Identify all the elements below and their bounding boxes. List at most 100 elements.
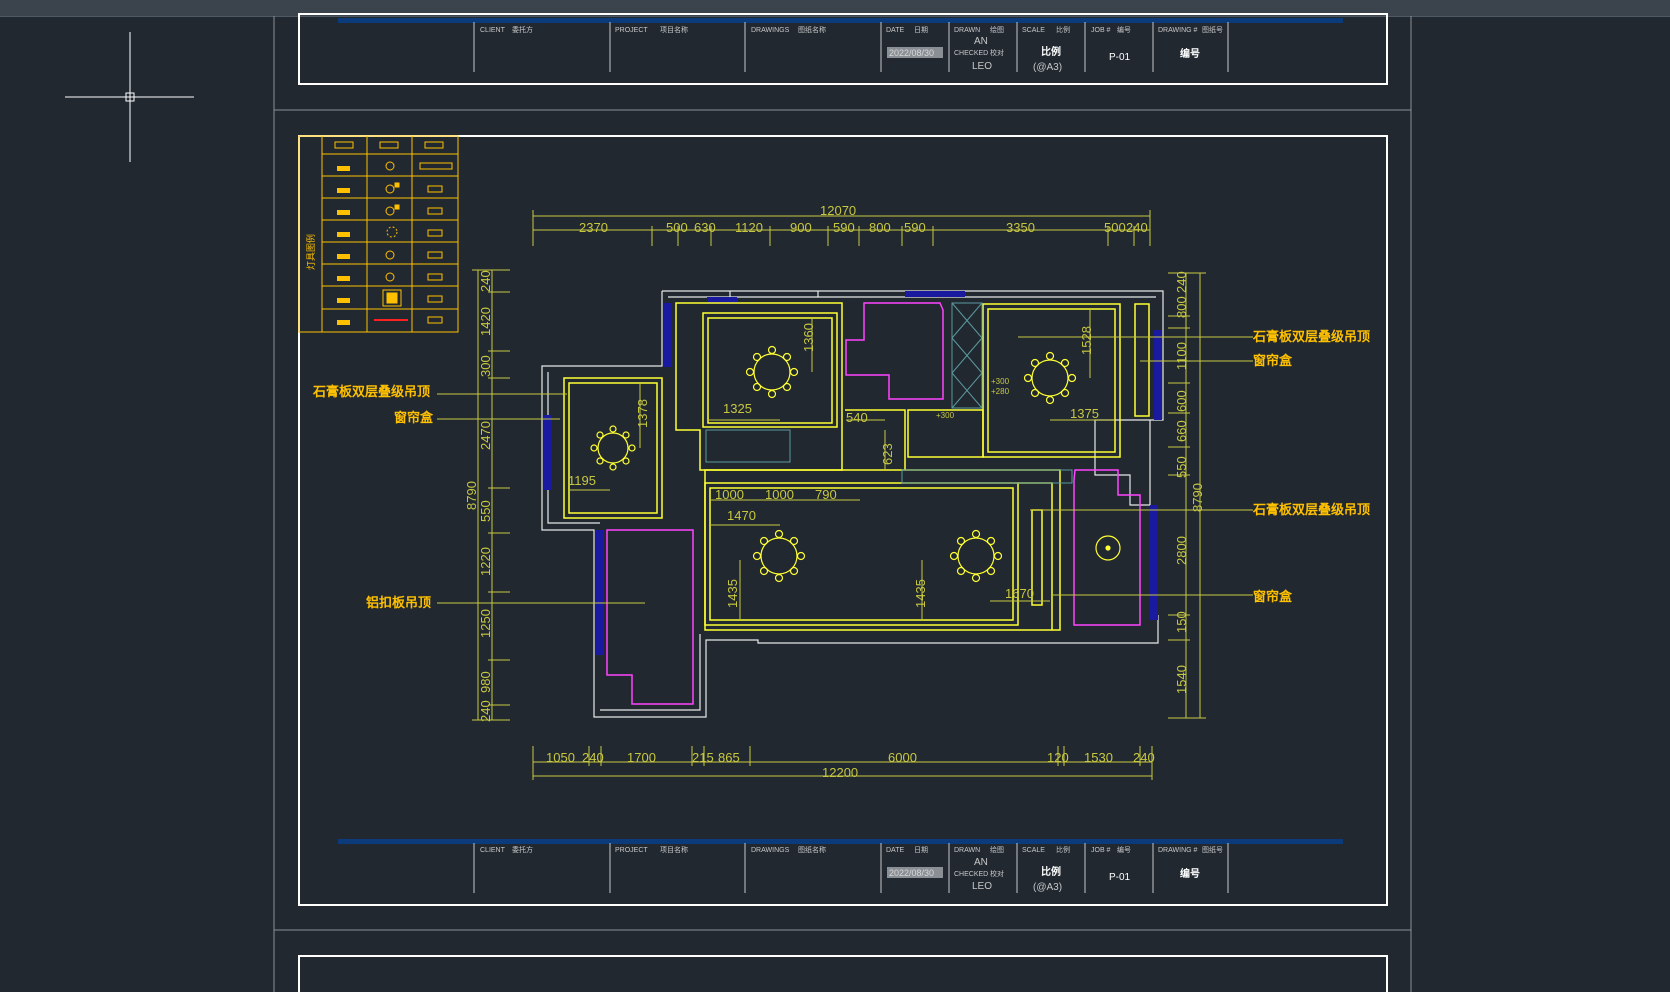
left-dim-seg: 300 xyxy=(478,355,493,377)
dim-623: 623 xyxy=(880,443,895,465)
right-dim-seg: 800 xyxy=(1174,296,1189,318)
project-cn-label: 项目名称 xyxy=(660,845,688,854)
date-value: 2022/08/30 xyxy=(889,48,934,58)
top-dim-seg: 240 xyxy=(1126,220,1148,235)
dim-1435: 1435 xyxy=(725,579,740,608)
right-dim-seg: 600 xyxy=(1174,390,1189,412)
level-mark: +300 xyxy=(991,377,1010,386)
client-label: CLIENT xyxy=(480,847,506,854)
dim-1000: 1000 xyxy=(765,487,794,502)
top-dim-seg: 2370 xyxy=(579,220,608,235)
dim-1435: 1435 xyxy=(913,579,928,608)
checked-label: CHECKED xyxy=(954,871,988,878)
dim-1470: 1470 xyxy=(727,508,756,523)
drawing-no-value: 编号 xyxy=(1180,47,1200,60)
bottom-dim-seg: 120 xyxy=(1047,750,1069,765)
client-cn-label: 委托方 xyxy=(512,845,533,854)
main-sheet xyxy=(298,135,1388,906)
checked-by-value: LEO xyxy=(972,61,992,72)
cad-drawing-canvas[interactable]: CLIENT 委托方 PROJECT 项目名称 DRAWINGS 图纸名称 DA… xyxy=(0,0,1670,992)
left-aluminum-ceiling-label: 铝扣板吊顶 xyxy=(366,595,431,610)
bottom-dim-seg: 1050 xyxy=(546,750,575,765)
right-dim-seg: 2800 xyxy=(1174,536,1189,565)
level-mark: +300 xyxy=(936,411,955,420)
drawing-no-label: DRAWING # xyxy=(1158,847,1198,854)
left-dim-seg: 980 xyxy=(478,671,493,693)
top-dim-seg: 1120 xyxy=(735,220,763,235)
top-dim-seg: 500 xyxy=(1104,220,1126,235)
top-dim-seg: 590 xyxy=(904,220,926,235)
dim-1325: 1325 xyxy=(723,401,752,416)
right-dim-seg: 150 xyxy=(1174,611,1189,633)
left-overall-dim: 8790 xyxy=(464,481,479,510)
bottom-dim-seg: 865 xyxy=(718,750,740,765)
right-dim-seg: 1100 xyxy=(1174,342,1189,370)
date-cn-label: 日期 xyxy=(914,846,928,854)
drawing-no-label: DRAWING # xyxy=(1158,27,1198,34)
drawing-no-value: 编号 xyxy=(1180,867,1200,880)
right-gypsum-ceiling-label: 石膏板双层叠级吊顶 xyxy=(1252,329,1370,344)
job-value: P-01 xyxy=(1109,872,1131,883)
left-dim-seg: 2470 xyxy=(478,421,493,450)
scale-cn-label: 比例 xyxy=(1056,845,1070,854)
floor-plan-walls xyxy=(541,290,1164,718)
project-label: PROJECT xyxy=(615,27,648,34)
scale-paper: (@A3) xyxy=(1033,62,1062,73)
date-label: DATE xyxy=(886,847,904,854)
bottom-dim-seg: 1700 xyxy=(627,750,656,765)
lighting-legend-table: 灯具图例 xyxy=(298,135,459,333)
top-overall-dim: 12070 xyxy=(820,203,856,218)
drawings-cn-label: 图纸名称 xyxy=(798,25,826,34)
checked-by-value: LEO xyxy=(972,881,992,892)
bottom-overall-dim: 12200 xyxy=(822,765,858,780)
scale-cn-label: 比例 xyxy=(1056,25,1070,34)
left-dim-seg: 1250 xyxy=(478,609,493,638)
scale-value: 比例 xyxy=(1041,865,1061,878)
drawn-cn-label: 绘图 xyxy=(990,25,1004,34)
left-gypsum-ceiling-label: 石膏板双层叠级吊顶 xyxy=(312,384,430,399)
left-dim-seg: 240 xyxy=(478,700,493,722)
dim-540: 540 xyxy=(846,410,868,425)
bottom-dim-seg: 1530 xyxy=(1084,750,1113,765)
dim-1528: 1528 xyxy=(1079,326,1094,355)
top-dim-seg: 500 xyxy=(666,220,688,235)
right-curtain-box-label: 窗帘盒 xyxy=(1253,353,1293,368)
title-block-bottom: CLIENT 委托方 PROJECT 项目名称 DRAWINGS 图纸名称 DA… xyxy=(473,843,1229,893)
client-cn-label: 委托方 xyxy=(512,25,533,34)
drawing-no-cn-label: 图纸号 xyxy=(1202,25,1223,34)
job-cn-label: 编号 xyxy=(1117,25,1131,34)
dim-1375: 1375 xyxy=(1070,406,1099,421)
drawn-cn-label: 绘图 xyxy=(990,845,1004,854)
title-block-top: CLIENT 委托方 PROJECT 项目名称 DRAWINGS 图纸名称 DA… xyxy=(473,22,1229,73)
job-value: P-01 xyxy=(1109,52,1131,63)
left-dim-seg: 1220 xyxy=(478,547,493,576)
drawn-by-value: AN xyxy=(974,857,988,868)
drawn-label: DRAWN xyxy=(954,27,980,34)
left-dim-seg: 240 xyxy=(478,270,493,292)
job-label: JOB # xyxy=(1091,27,1111,34)
level-mark: +280 xyxy=(991,387,1010,396)
project-label: PROJECT xyxy=(615,847,648,854)
dim-1360: 1360 xyxy=(801,323,816,352)
drawn-by-value: AN xyxy=(974,36,988,47)
left-dim-seg: 1420 xyxy=(478,307,493,336)
drawn-label: DRAWN xyxy=(954,847,980,854)
top-dim-seg: 590 xyxy=(833,220,855,235)
bottom-dim-seg: 215 xyxy=(692,750,714,765)
bottom-dim-seg: 6000 xyxy=(888,750,917,765)
right-dim-seg: 550 xyxy=(1174,456,1189,478)
top-dim-seg: 800 xyxy=(869,220,891,235)
drawings-cn-label: 图纸名称 xyxy=(798,845,826,854)
dim-1000: 1000 xyxy=(715,487,744,502)
layout-frame xyxy=(273,16,1412,992)
job-label: JOB # xyxy=(1091,847,1111,854)
job-cn-label: 编号 xyxy=(1117,845,1131,854)
scale-label: SCALE xyxy=(1022,27,1045,34)
ceiling-outlines xyxy=(563,302,1150,631)
client-label: CLIENT xyxy=(480,27,506,34)
left-dim-seg: 550 xyxy=(478,500,493,522)
right-dim-seg: 1540 xyxy=(1174,665,1189,694)
legend-title: 灯具图例 xyxy=(305,234,316,270)
scale-value: 比例 xyxy=(1041,45,1061,58)
dim-1378: 1378 xyxy=(635,399,650,428)
